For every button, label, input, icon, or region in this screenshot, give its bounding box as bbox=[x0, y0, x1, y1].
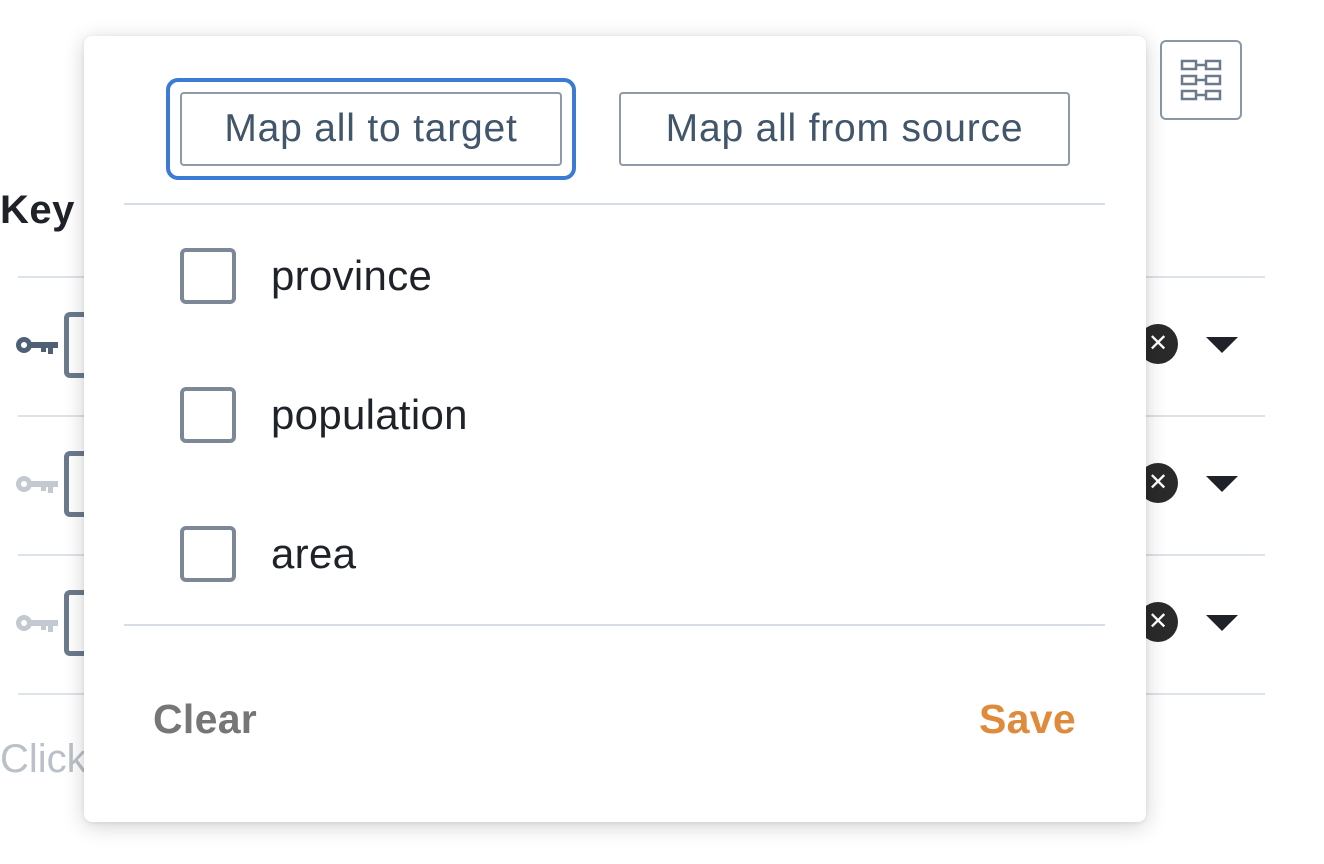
checkbox[interactable] bbox=[180, 526, 236, 582]
option-label: population bbox=[271, 391, 468, 438]
checkbox[interactable] bbox=[180, 248, 236, 304]
field-mapping-popover: Map all to target Map all from source pr… bbox=[84, 36, 1146, 822]
save-button[interactable]: Save bbox=[979, 696, 1076, 743]
map-all-from-source-button[interactable]: Map all from source bbox=[619, 92, 1070, 166]
map-all-to-target-button[interactable]: Map all to target bbox=[180, 92, 562, 166]
mapping-editor: Key ✕ ✕ ✕ Click Map all to target Map al… bbox=[0, 0, 1324, 864]
clear-button[interactable]: Clear bbox=[153, 696, 257, 743]
option-population[interactable]: population bbox=[180, 387, 468, 443]
popover-divider bbox=[124, 203, 1105, 205]
option-label: province bbox=[271, 252, 433, 299]
layout-toggle-button[interactable] bbox=[1160, 40, 1242, 120]
caret-down-icon[interactable] bbox=[1206, 337, 1238, 353]
key-icon[interactable] bbox=[14, 469, 60, 499]
popover-divider bbox=[124, 624, 1105, 626]
option-province[interactable]: province bbox=[180, 248, 432, 304]
key-icon[interactable] bbox=[14, 330, 60, 360]
layout-grid-icon bbox=[1180, 59, 1222, 101]
option-area[interactable]: area bbox=[180, 526, 356, 582]
key-column-header: Key bbox=[0, 188, 75, 232]
caret-down-icon[interactable] bbox=[1206, 476, 1238, 492]
caret-down-icon[interactable] bbox=[1206, 615, 1238, 631]
option-label: area bbox=[271, 530, 357, 577]
key-icon[interactable] bbox=[14, 608, 60, 638]
add-row-hint[interactable]: Click bbox=[0, 737, 87, 782]
checkbox[interactable] bbox=[180, 387, 236, 443]
